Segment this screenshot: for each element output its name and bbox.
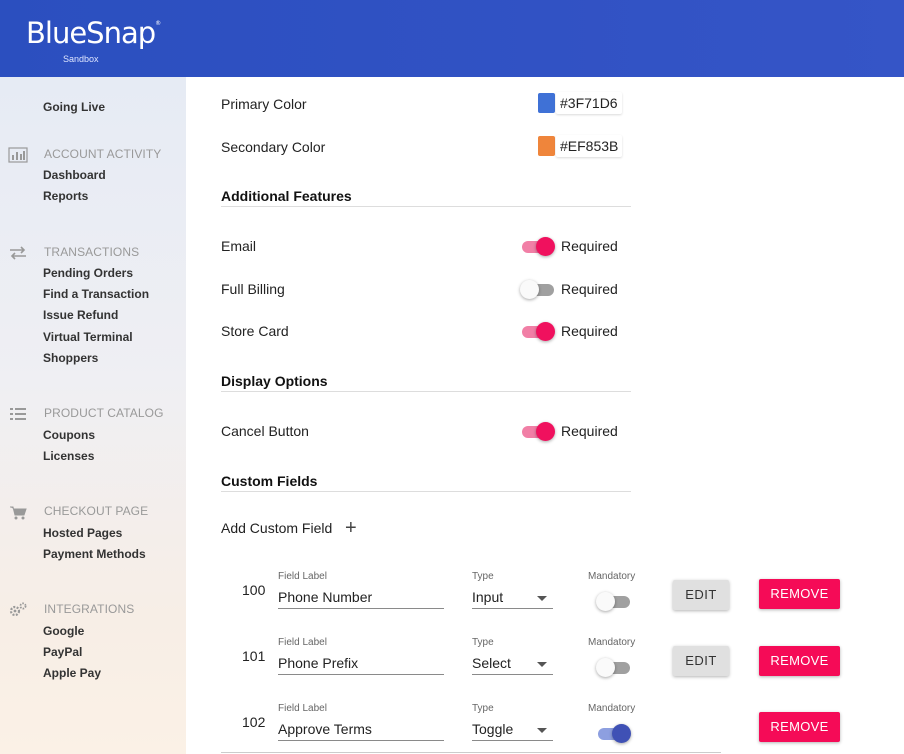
- sidebar-item-google[interactable]: Google: [43, 624, 84, 638]
- section-account-activity: ACCOUNT ACTIVITY: [44, 147, 162, 161]
- type-select-value: Toggle: [472, 721, 514, 737]
- mandatory-caption: Mandatory: [588, 703, 636, 714]
- plus-icon[interactable]: +: [345, 518, 357, 538]
- store-card-required-toggle[interactable]: [522, 321, 556, 341]
- type-caption: Type: [472, 703, 494, 714]
- bluesnap-logo[interactable]: BlueSnap®: [26, 16, 161, 50]
- mandatory-toggle[interactable]: [598, 723, 632, 743]
- arrows-icon: [8, 245, 28, 261]
- type-select[interactable]: Select: [472, 653, 553, 675]
- section-product-catalog: PRODUCT CATALOG: [44, 406, 164, 420]
- display-options-title: Display Options: [221, 373, 328, 389]
- section-divider: [221, 391, 631, 392]
- field-label-caption: Field Label: [278, 571, 327, 582]
- sidebar-item-paypal[interactable]: PayPal: [43, 645, 82, 659]
- edit-button[interactable]: EDIT: [673, 580, 729, 610]
- remove-button[interactable]: REMOVE: [759, 712, 840, 742]
- field-label-input[interactable]: Phone Prefix: [278, 653, 444, 675]
- cancel-button-required-label: Required: [561, 423, 618, 439]
- sidebar-item-coupons[interactable]: Coupons: [43, 428, 95, 442]
- remove-button[interactable]: REMOVE: [759, 579, 840, 609]
- sidebar-item-licenses[interactable]: Licenses: [43, 449, 94, 463]
- section-transactions: TRANSACTIONS: [44, 245, 140, 259]
- list-icon: [8, 406, 28, 422]
- type-select[interactable]: Toggle: [472, 719, 553, 741]
- sidebar-item-reports[interactable]: Reports: [43, 189, 88, 203]
- email-required-toggle[interactable]: [522, 236, 556, 256]
- full-billing-required-toggle[interactable]: [520, 279, 556, 299]
- type-caption: Type: [472, 637, 494, 648]
- sidebar-item-payment-methods[interactable]: Payment Methods: [43, 547, 146, 561]
- field-label-caption: Field Label: [278, 637, 327, 648]
- mandatory-toggle[interactable]: [596, 591, 632, 611]
- feature-email-label: Email: [221, 238, 257, 254]
- mandatory-toggle[interactable]: [596, 657, 632, 677]
- full-billing-required-label: Required: [561, 281, 618, 297]
- type-select-value: Select: [472, 655, 511, 671]
- primary-color-label: Primary Color: [221, 96, 307, 112]
- field-label-caption: Field Label: [278, 703, 327, 714]
- field-label-input[interactable]: Approve Terms: [278, 719, 444, 741]
- sidebar-item-shoppers[interactable]: Shoppers: [43, 351, 98, 365]
- mandatory-caption: Mandatory: [588, 571, 636, 582]
- sidebar-item-issue-refund[interactable]: Issue Refund: [43, 308, 118, 322]
- chevron-down-icon: [537, 596, 547, 601]
- email-required-label: Required: [561, 238, 618, 254]
- field-label-input[interactable]: Phone Number: [278, 587, 444, 609]
- sidebar-item-dashboard[interactable]: Dashboard: [43, 168, 106, 182]
- custom-fields-title: Custom Fields: [221, 473, 318, 489]
- type-select-value: Input: [472, 589, 504, 605]
- type-select[interactable]: Input: [472, 587, 553, 609]
- custom-field-id: 102: [242, 714, 266, 730]
- feature-store-card-label: Store Card: [221, 323, 289, 339]
- gears-icon: [8, 602, 28, 618]
- bar-chart-icon: [8, 147, 28, 163]
- feature-full-billing-label: Full Billing: [221, 281, 285, 297]
- add-custom-field-link[interactable]: Add Custom Field: [221, 520, 332, 536]
- sidebar-item-virtual-terminal[interactable]: Virtual Terminal: [43, 330, 133, 344]
- sidebar-nav: Going Live ACCOUNT ACTIVITY Dashboard Re…: [0, 77, 186, 754]
- secondary-color-value[interactable]: #EF853B: [556, 135, 623, 157]
- primary-color-swatch[interactable]: [538, 93, 555, 113]
- top-header: BlueSnap® Sandbox: [0, 0, 904, 77]
- type-caption: Type: [472, 571, 494, 582]
- sidebar-item-hosted-pages[interactable]: Hosted Pages: [43, 526, 122, 540]
- section-integrations: INTEGRATIONS: [44, 602, 135, 616]
- section-divider: [221, 491, 631, 492]
- sidebar-item-pending-orders[interactable]: Pending Orders: [43, 266, 133, 280]
- custom-field-id: 101: [242, 648, 266, 664]
- row-divider: [221, 752, 721, 753]
- chevron-down-icon: [537, 662, 547, 667]
- remove-button[interactable]: REMOVE: [759, 646, 840, 676]
- main-content: Primary Color #3F71D6 Secondary Color #E…: [186, 77, 904, 754]
- mandatory-caption: Mandatory: [588, 637, 636, 648]
- cart-icon: [8, 504, 28, 520]
- secondary-color-label: Secondary Color: [221, 139, 326, 155]
- store-card-required-label: Required: [561, 323, 618, 339]
- option-cancel-button-label: Cancel Button: [221, 423, 309, 439]
- environment-label: Sandbox: [63, 54, 99, 64]
- additional-features-title: Additional Features: [221, 188, 352, 204]
- edit-button[interactable]: EDIT: [673, 646, 729, 676]
- sidebar-item-going-live[interactable]: Going Live: [43, 100, 105, 114]
- custom-field-id: 100: [242, 582, 266, 598]
- sidebar-item-find-transaction[interactable]: Find a Transaction: [43, 287, 149, 301]
- chevron-down-icon: [537, 728, 547, 733]
- logo-registered-mark: ®: [155, 20, 161, 27]
- section-checkout-page: CHECKOUT PAGE: [44, 504, 149, 518]
- cancel-button-required-toggle[interactable]: [522, 421, 556, 441]
- sidebar-item-apple-pay[interactable]: Apple Pay: [43, 666, 101, 680]
- section-divider: [221, 206, 631, 207]
- secondary-color-swatch[interactable]: [538, 136, 555, 156]
- logo-text: BlueSnap: [26, 16, 156, 50]
- primary-color-value[interactable]: #3F71D6: [556, 92, 622, 114]
